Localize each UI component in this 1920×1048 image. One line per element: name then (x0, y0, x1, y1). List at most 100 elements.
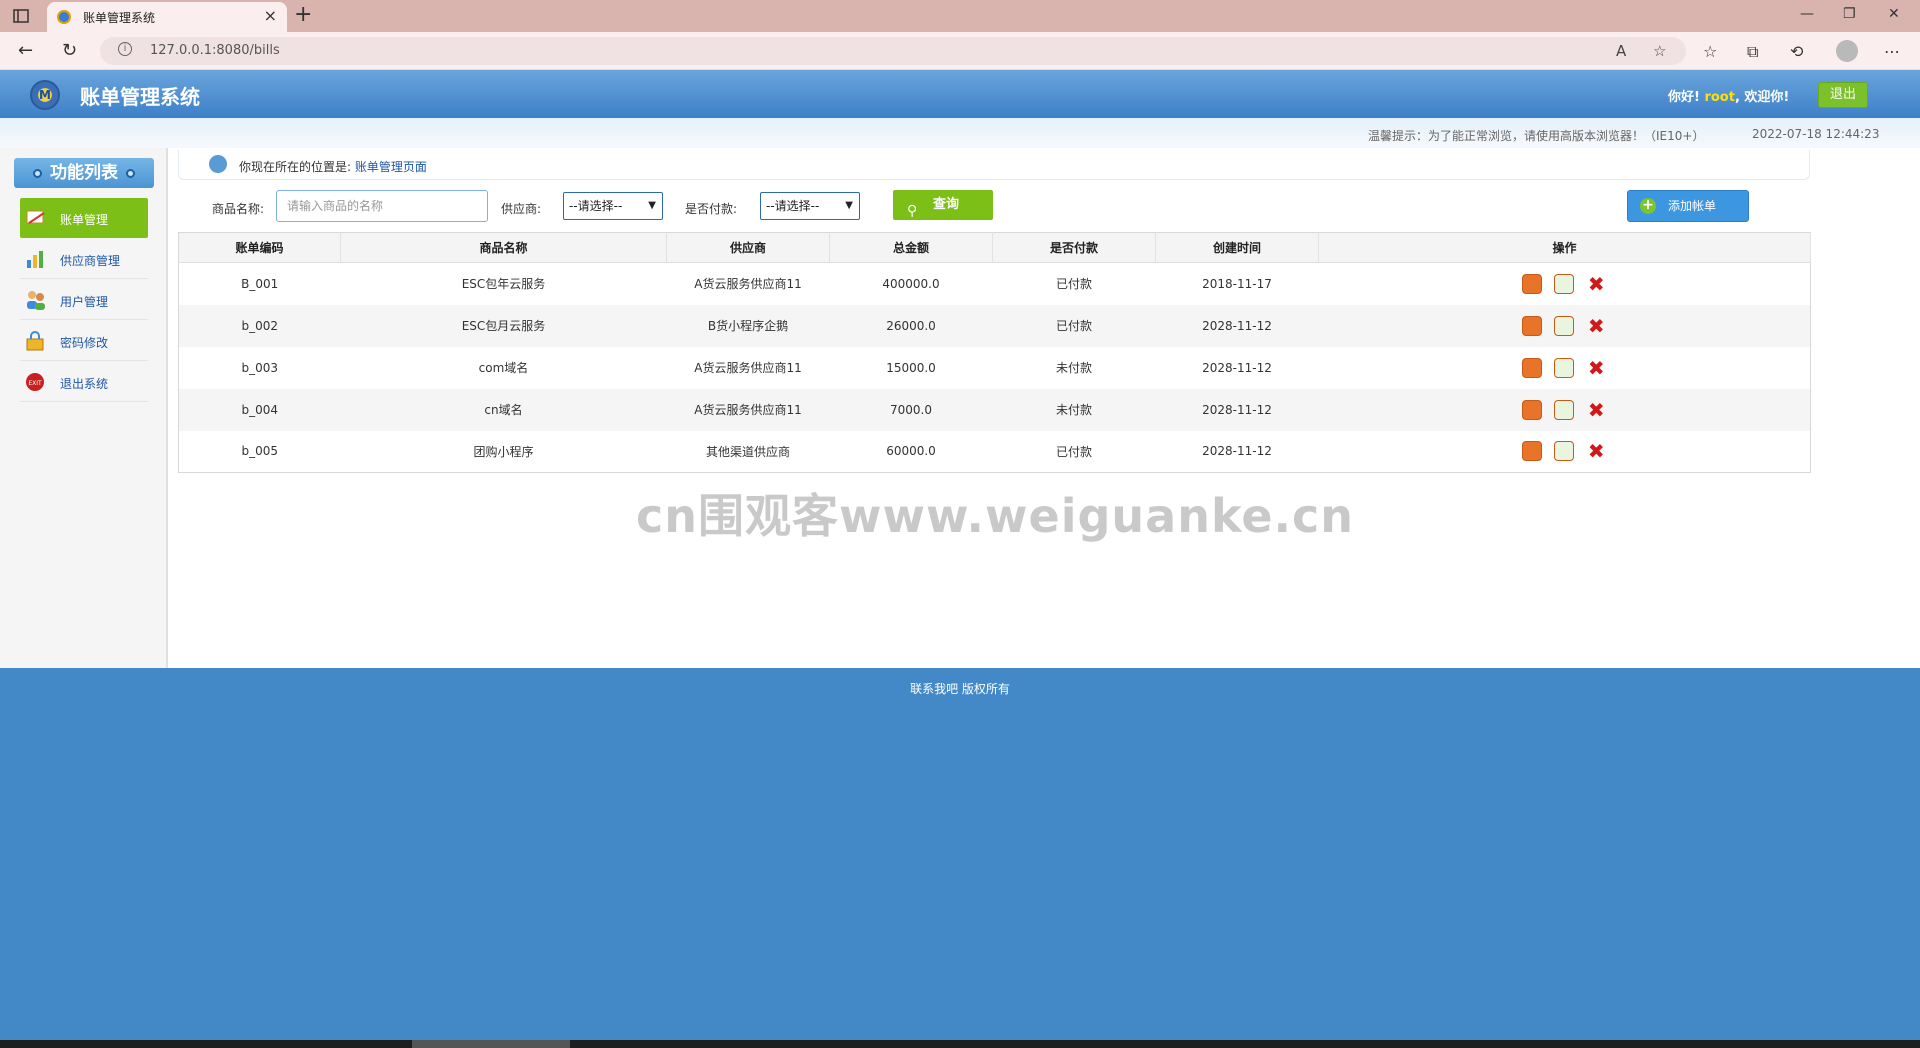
bill-code: b_005 (241, 444, 279, 459)
provider-select-value: --请选择-- (569, 199, 623, 213)
delete-icon[interactable]: ✖ (1586, 316, 1606, 336)
column-header: 操作 (1318, 232, 1811, 263)
row-actions: ✖ (1319, 347, 1811, 389)
product-name: 团购小程序 (473, 444, 534, 459)
column-header: 是否付款 (992, 232, 1156, 263)
tab-title: 账单管理系统 (83, 11, 156, 25)
edit-icon[interactable] (1554, 315, 1575, 336)
add-bill-label: 添加帐单 (1668, 199, 1717, 213)
query-button-label: 查询 (933, 197, 960, 212)
product-name: ESC包月云服务 (340, 304, 667, 347)
delete-icon[interactable]: ✖ (1586, 358, 1606, 378)
created-date: 2028-11-12 (1202, 360, 1272, 375)
app-title: 账单管理系统 (80, 85, 200, 109)
more-icon[interactable]: ⋯ (1884, 42, 1900, 61)
sidebar-item-label: 密码修改 (60, 336, 109, 350)
chevron-down-icon: ▼ (845, 200, 853, 211)
taskbar-active-app[interactable] (412, 1040, 570, 1048)
tab-actions-icon[interactable] (12, 7, 30, 25)
column-header: 商品名称 (340, 232, 667, 263)
main-area: 功能列表 账单管理 供应商管理 用户管理 密码修改 EXIT 退出系统 你现在所… (0, 148, 1920, 668)
provider-name: 其他渠道供应商 (705, 444, 790, 459)
provider-chart-icon (27, 251, 43, 268)
view-icon[interactable] (1522, 441, 1543, 462)
view-icon[interactable] (1522, 315, 1543, 336)
close-tab-icon[interactable]: × (264, 6, 277, 25)
paid-select[interactable]: --请选择-- ▼ (760, 192, 860, 220)
paid-label: 是否付款: (685, 202, 738, 216)
sidebar-item-providers[interactable]: 供应商管理 (20, 239, 148, 279)
query-button[interactable]: ⚲ 查询 (893, 190, 993, 220)
tip-bar: 温馨提示：为了能正常浏览，请使用高版本浏览器！（IE10+） 2022-07-1… (0, 118, 1920, 148)
site-info-icon[interactable]: i (118, 42, 132, 56)
back-icon[interactable]: ← (18, 40, 33, 61)
refresh-icon[interactable]: ↻ (62, 40, 77, 61)
table-row: B_001 ESC包年云服务 A货云服务供应商11 400000.0 已付款 2… (179, 263, 1811, 305)
breadcrumb-text: 你现在所在的位置是: 账单管理页面 (239, 158, 427, 175)
row-actions: ✖ (1319, 263, 1811, 305)
product-name-input[interactable]: 请输入商品的名称 (276, 190, 488, 222)
sidebar-item-password[interactable]: 密码修改 (20, 321, 148, 361)
total-amount: 26000.0 (829, 304, 993, 347)
favicon-icon (57, 10, 71, 24)
browser-toolbar: ← ↻ i 127.0.0.1:8080/bills A ☆ ☆ ⧉ ⟲ ⋯ (0, 32, 1920, 70)
table-row: b_003 com域名 A货云服务供应商11 15000.0 未付款 2028-… (179, 347, 1811, 389)
os-taskbar (0, 1040, 1920, 1048)
home-icon[interactable] (209, 155, 227, 173)
sidebar-item-users[interactable]: 用户管理 (20, 280, 148, 320)
paid-status: 未付款 (992, 388, 1156, 431)
chevron-down-icon: ▼ (648, 200, 656, 211)
breadcrumb: 你现在所在的位置是: 账单管理页面 (178, 150, 1810, 180)
profile-avatar[interactable] (1836, 40, 1858, 62)
view-icon[interactable] (1522, 273, 1543, 294)
collections-icon[interactable]: ⧉ (1747, 42, 1758, 62)
svg-text:EXIT: EXIT (28, 380, 42, 387)
add-favorite-icon[interactable]: ☆ (1653, 42, 1666, 60)
browser-tab[interactable]: 账单管理系统 × (47, 2, 287, 32)
view-icon[interactable] (1522, 399, 1543, 420)
current-datetime: 2022-07-18 12:44:23 (1752, 127, 1880, 141)
edit-icon[interactable] (1554, 273, 1575, 294)
history-icon[interactable]: ⟲ (1790, 42, 1803, 61)
column-header: 账单编码 (178, 232, 341, 263)
sidebar-item-label: 账单管理 (60, 213, 109, 227)
sidebar-title: 功能列表 (14, 158, 154, 188)
delete-icon[interactable]: ✖ (1586, 441, 1606, 461)
created-date: 2028-11-12 (1202, 444, 1272, 459)
add-bill-button[interactable]: + 添加帐单 (1627, 190, 1749, 222)
restore-icon[interactable]: ❐ (1843, 6, 1856, 22)
total-amount: 400000.0 (882, 276, 940, 291)
greeting: 你好! root, 欢迎你! (1668, 86, 1789, 105)
delete-icon[interactable]: ✖ (1586, 400, 1606, 420)
close-window-icon[interactable]: ✕ (1888, 6, 1900, 22)
sidebar-item-bills[interactable]: 账单管理 (20, 198, 148, 238)
minimize-icon[interactable]: — (1800, 6, 1814, 22)
edit-icon[interactable] (1554, 357, 1575, 378)
sidebar-title-text: 功能列表 (50, 163, 118, 183)
view-icon[interactable] (1522, 357, 1543, 378)
created-date: 2028-11-12 (1155, 304, 1319, 347)
favorites-icon[interactable]: ☆ (1703, 42, 1717, 61)
sidebar-item-exit[interactable]: EXIT 退出系统 (20, 362, 148, 402)
new-tab-icon[interactable]: + (294, 2, 312, 27)
logout-button[interactable]: 退出 (1818, 82, 1868, 108)
provider-name: A货云服务供应商11 (666, 388, 830, 431)
edit-icon[interactable] (1554, 441, 1575, 462)
edit-icon[interactable] (1554, 399, 1575, 420)
paid-status: 已付款 (1055, 277, 1092, 292)
app-header: M 账单管理系统 你好! root, 欢迎你! 退出 (0, 70, 1920, 118)
delete-icon[interactable]: ✖ (1586, 274, 1606, 294)
provider-label: 供应商: (501, 202, 542, 216)
paid-status: 未付款 (1055, 361, 1092, 375)
sidebar-item-label: 用户管理 (60, 295, 109, 309)
watermark: cn围观客www.weiguanke.cn (636, 489, 1355, 543)
bill-code: b_004 (178, 388, 341, 431)
provider-select[interactable]: --请选择-- ▼ (563, 192, 663, 220)
users-icon (27, 291, 45, 310)
sidebar-item-label: 供应商管理 (60, 254, 121, 268)
sidebar-item-label: 退出系统 (60, 377, 109, 391)
address-bar[interactable]: i 127.0.0.1:8080/bills A ☆ (100, 37, 1686, 65)
row-actions: ✖ (1318, 304, 1811, 347)
logo-icon: M (30, 80, 60, 110)
read-aloud-icon[interactable]: A (1616, 42, 1626, 60)
